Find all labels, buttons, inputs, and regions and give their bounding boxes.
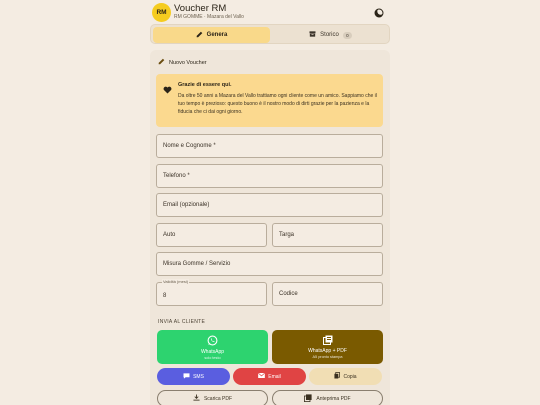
- validity-label: Validità (mesi): [162, 279, 190, 284]
- email-button[interactable]: Email: [233, 368, 306, 385]
- storico-count-badge: 0: [342, 31, 352, 39]
- whatsapp-sublabel: solo testo: [204, 355, 221, 360]
- targa-field[interactable]: Targa: [272, 223, 383, 247]
- theme-toggle-icon[interactable]: [373, 6, 385, 18]
- preview-file-icon: [304, 393, 313, 404]
- copy-button[interactable]: Copia: [309, 368, 382, 385]
- tab-bar: Genera Storico 0: [150, 24, 390, 44]
- preview-pdf-label: Anteprima PDF: [316, 395, 351, 402]
- new-voucher-card: Nuovo Voucher Grazie di essere qui. Da o…: [150, 50, 390, 405]
- codice-field[interactable]: Codice: [272, 282, 383, 306]
- notice-title: Grazie di essere qui.: [178, 82, 232, 88]
- app-logo: RM: [152, 3, 171, 22]
- app-header: RM Voucher RM RM GOMME · Mazara del Vall…: [150, 0, 390, 24]
- archive-icon: [309, 31, 316, 39]
- email-label: Email: [268, 373, 281, 380]
- tab-genera[interactable]: Genera: [153, 27, 270, 43]
- notice-text: Da oltre 50 anni a Mazara del Vallo trat…: [178, 93, 377, 115]
- misura-placeholder: Misura Gomme / Servizio: [163, 261, 231, 267]
- email-placeholder: Email (opzionale): [163, 202, 210, 208]
- sms-button[interactable]: SMS: [157, 368, 230, 385]
- targa-placeholder: Targa: [279, 232, 295, 238]
- edit-icon: [158, 58, 165, 67]
- whatsapp-pdf-button[interactable]: WhatsApp + PDF A5 pronto stampa: [272, 330, 383, 364]
- download-pdf-label: Scarica PDF: [203, 395, 233, 402]
- preview-pdf-button[interactable]: Anteprima PDF: [272, 390, 383, 405]
- whatsapp-pdf-sublabel: A5 pronto stampa: [312, 355, 343, 359]
- name-placeholder: Nome e Cognome *: [163, 143, 216, 149]
- misura-field[interactable]: Misura Gomme / Servizio: [156, 252, 383, 276]
- tab-storico-label: Storico: [320, 32, 339, 38]
- whatsapp-pdf-label: WhatsApp + PDF: [308, 348, 347, 354]
- whatsapp-button[interactable]: WhatsApp solo testo: [157, 330, 268, 364]
- download-icon: [193, 394, 200, 403]
- whatsapp-label: WhatsApp: [200, 348, 225, 355]
- envelope-icon: [258, 372, 266, 380]
- pdf-file-icon: [322, 335, 333, 347]
- heart-icon: [163, 81, 172, 99]
- card-title: Nuovo Voucher: [169, 59, 207, 66]
- pencil-icon: [196, 31, 203, 40]
- sms-label: SMS: [193, 373, 204, 380]
- send-section-label: INVIA AL CLIENTE: [158, 319, 206, 325]
- card-header: Nuovo Voucher: [158, 58, 207, 67]
- tab-genera-label: Genera: [206, 32, 228, 38]
- download-pdf-button[interactable]: Scarica PDF: [157, 390, 268, 405]
- copy-icon: [334, 372, 341, 381]
- copy-label: Copia: [343, 373, 357, 380]
- codice-placeholder: Codice: [279, 291, 298, 297]
- chat-bubble-icon: [183, 372, 190, 381]
- thank-you-notice: Grazie di essere qui. Da oltre 50 anni a…: [156, 74, 383, 127]
- auto-field[interactable]: Auto: [156, 223, 267, 247]
- app-title: Voucher RM: [174, 3, 227, 14]
- whatsapp-icon: [207, 335, 218, 348]
- validity-value: 8: [163, 293, 167, 299]
- auto-placeholder: Auto: [163, 232, 176, 238]
- app-subtitle: RM GOMME · Mazara del Vallo: [174, 14, 244, 20]
- validity-field[interactable]: 8: [156, 282, 267, 306]
- phone-placeholder: Telefono *: [163, 173, 190, 179]
- phone-field[interactable]: Telefono *: [156, 164, 383, 188]
- email-field[interactable]: Email (opzionale): [156, 193, 383, 217]
- tab-storico[interactable]: Storico 0: [272, 27, 389, 43]
- name-field[interactable]: Nome e Cognome *: [156, 134, 383, 158]
